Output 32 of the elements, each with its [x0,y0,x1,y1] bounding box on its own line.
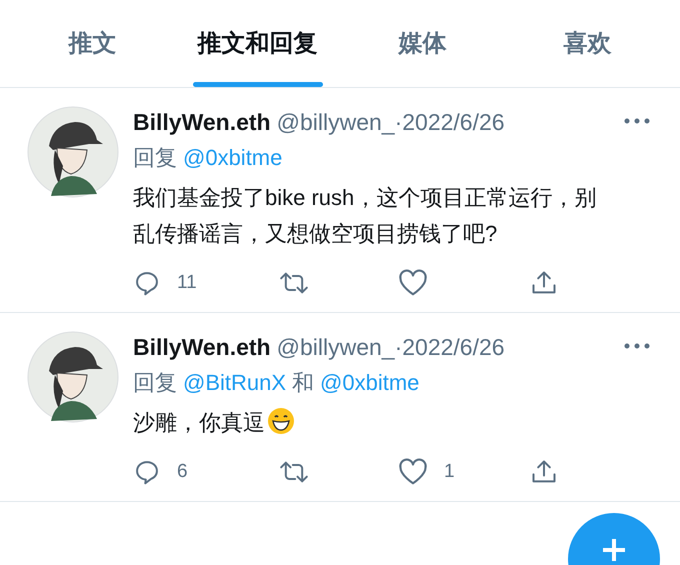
avatar-drawing[interactable] [27,106,119,198]
mention-link[interactable]: @0xbitme [183,140,282,176]
tab[interactable]: 推文 [10,0,175,87]
mention-link[interactable]: @0xbitme [320,365,420,401]
tweet-text: 我们基金投了bike rush，这个项目正常运行，别乱传播谣言，又想做空项目捞钱了吧? [133,185,596,246]
avatar-drawing[interactable] [27,331,119,423]
reply-label: 回复 [133,144,177,172]
tweet-date: 2022/6/26 [402,333,505,362]
speech-bubble-icon[interactable] [133,269,161,297]
more-icon[interactable] [624,118,650,124]
reply-label: 和 [292,369,314,397]
plus-icon [603,539,625,561]
mention-link[interactable]: @BitRunX [183,365,286,401]
tweet-text: 沙雕，你真逗 [133,410,265,435]
tweet-date: 2022/6/26 [402,108,505,137]
like-count: 1 [444,460,455,484]
tab[interactable]: 推文和回复 [175,0,340,87]
speech-bubble-icon[interactable] [133,458,161,486]
separator-dot: · [394,108,402,137]
more-icon[interactable] [624,343,650,349]
separator-dot: · [394,333,402,362]
user-handle: @billywen_ [276,108,395,137]
reply-count: 11 [177,270,197,295]
tab[interactable]: 喜欢 [505,0,670,87]
user-handle: @billywen_ [276,333,395,362]
reply-label: 回复 [133,369,177,397]
user-name[interactable]: BillyWen.eth [133,106,271,138]
reply-count: 6 [177,460,188,484]
heart-icon[interactable] [398,458,428,486]
heart-icon[interactable] [398,269,428,297]
tab[interactable]: 媒体 [340,0,505,87]
user-name[interactable]: BillyWen.eth [133,331,271,363]
